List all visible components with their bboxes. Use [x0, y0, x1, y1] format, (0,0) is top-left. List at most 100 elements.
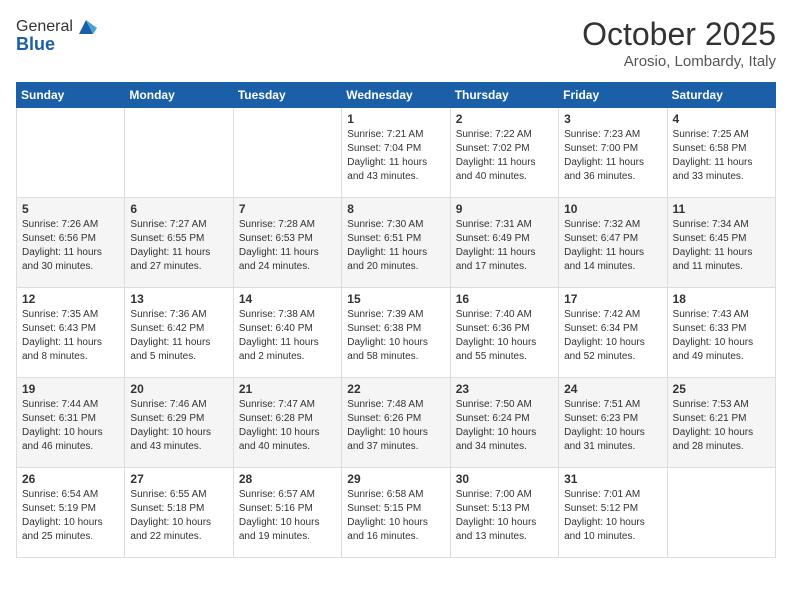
day-info: Sunrise: 7:31 AM Sunset: 6:49 PM Dayligh…: [456, 218, 553, 274]
calendar-day-header: Tuesday: [233, 83, 341, 108]
calendar-cell: 29 Sunrise: 6:58 AM Sunset: 5:15 PM Dayli…: [342, 468, 450, 558]
day-number: 31: [564, 472, 661, 486]
day-number: 14: [239, 292, 336, 306]
day-info: Sunrise: 7:51 AM Sunset: 6:23 PM Dayligh…: [564, 398, 661, 454]
day-info: Sunrise: 7:53 AM Sunset: 6:21 PM Dayligh…: [673, 398, 770, 454]
day-number: 15: [347, 292, 444, 306]
calendar-cell: 5 Sunrise: 7:26 AM Sunset: 6:56 PM Daylig…: [17, 198, 125, 288]
day-number: 7: [239, 202, 336, 216]
calendar-day-header: Wednesday: [342, 83, 450, 108]
day-info: Sunrise: 7:44 AM Sunset: 6:31 PM Dayligh…: [22, 398, 119, 454]
day-info: Sunrise: 7:32 AM Sunset: 6:47 PM Dayligh…: [564, 218, 661, 274]
day-info: Sunrise: 7:40 AM Sunset: 6:36 PM Dayligh…: [456, 308, 553, 364]
day-number: 12: [22, 292, 119, 306]
calendar-cell: 2 Sunrise: 7:22 AM Sunset: 7:02 PM Daylig…: [450, 108, 558, 198]
calendar-cell: [667, 468, 775, 558]
calendar-week-row: 5 Sunrise: 7:26 AM Sunset: 6:56 PM Daylig…: [17, 198, 776, 288]
calendar-header-row: SundayMondayTuesdayWednesdayThursdayFrid…: [17, 83, 776, 108]
day-info: Sunrise: 7:25 AM Sunset: 6:58 PM Dayligh…: [673, 128, 770, 184]
calendar-cell: 31 Sunrise: 7:01 AM Sunset: 5:12 PM Dayli…: [559, 468, 667, 558]
location: Arosio, Lombardy, Italy: [582, 53, 776, 70]
calendar-cell: 7 Sunrise: 7:28 AM Sunset: 6:53 PM Daylig…: [233, 198, 341, 288]
day-info: Sunrise: 7:38 AM Sunset: 6:40 PM Dayligh…: [239, 308, 336, 364]
calendar-cell: 11 Sunrise: 7:34 AM Sunset: 6:45 PM Dayli…: [667, 198, 775, 288]
day-number: 13: [130, 292, 227, 306]
calendar-cell: 18Sunrise: 7:43 AM Sunset: 6:33 PM Dayli…: [667, 288, 775, 378]
calendar-cell: 19 Sunrise: 7:44 AM Sunset: 6:31 PM Dayli…: [17, 378, 125, 468]
month-title: October 2025: [582, 16, 776, 53]
page-header: General Blue October 2025 Arosio, Lombar…: [16, 16, 776, 70]
calendar-cell: 15 Sunrise: 7:39 AM Sunset: 6:38 PM Dayli…: [342, 288, 450, 378]
day-number: 16: [456, 292, 553, 306]
calendar-cell: 9Sunrise: 7:31 AM Sunset: 6:49 PM Daylig…: [450, 198, 558, 288]
day-info: Sunrise: 7:39 AM Sunset: 6:38 PM Dayligh…: [347, 308, 444, 364]
calendar-cell: 24 Sunrise: 7:51 AM Sunset: 6:23 PM Dayli…: [559, 378, 667, 468]
day-info: Sunrise: 7:42 AM Sunset: 6:34 PM Dayligh…: [564, 308, 661, 364]
day-info: Sunrise: 7:28 AM Sunset: 6:53 PM Dayligh…: [239, 218, 336, 274]
day-number: 29: [347, 472, 444, 486]
day-number: 8: [347, 202, 444, 216]
calendar-cell: 22Sunrise: 7:48 AM Sunset: 6:26 PM Dayli…: [342, 378, 450, 468]
calendar-cell: 28 Sunrise: 6:57 AM Sunset: 5:16 PM Dayli…: [233, 468, 341, 558]
day-number: 6: [130, 202, 227, 216]
calendar-day-header: Monday: [125, 83, 233, 108]
day-info: Sunrise: 7:27 AM Sunset: 6:55 PM Dayligh…: [130, 218, 227, 274]
day-info: Sunrise: 6:57 AM Sunset: 5:16 PM Dayligh…: [239, 488, 336, 544]
day-number: 18: [673, 292, 770, 306]
day-number: 1: [347, 112, 444, 126]
day-number: 3: [564, 112, 661, 126]
calendar-cell: 3 Sunrise: 7:23 AM Sunset: 7:00 PM Daylig…: [559, 108, 667, 198]
day-number: 11: [673, 202, 770, 216]
calendar-cell: 16 Sunrise: 7:40 AM Sunset: 6:36 PM Dayli…: [450, 288, 558, 378]
day-number: 25: [673, 382, 770, 396]
calendar-cell: 8 Sunrise: 7:30 AM Sunset: 6:51 PM Daylig…: [342, 198, 450, 288]
title-block: October 2025 Arosio, Lombardy, Italy: [582, 16, 776, 70]
day-info: Sunrise: 6:55 AM Sunset: 5:18 PM Dayligh…: [130, 488, 227, 544]
day-number: 10: [564, 202, 661, 216]
day-number: 26: [22, 472, 119, 486]
calendar-day-header: Saturday: [667, 83, 775, 108]
calendar-day-header: Sunday: [17, 83, 125, 108]
day-info: Sunrise: 7:50 AM Sunset: 6:24 PM Dayligh…: [456, 398, 553, 454]
day-info: Sunrise: 7:36 AM Sunset: 6:42 PM Dayligh…: [130, 308, 227, 364]
logo-icon: [75, 16, 97, 38]
day-info: Sunrise: 7:46 AM Sunset: 6:29 PM Dayligh…: [130, 398, 227, 454]
day-info: Sunrise: 7:48 AM Sunset: 6:26 PM Dayligh…: [347, 398, 444, 454]
calendar-cell: [233, 108, 341, 198]
day-info: Sunrise: 7:35 AM Sunset: 6:43 PM Dayligh…: [22, 308, 119, 364]
calendar-body: 1Sunrise: 7:21 AM Sunset: 7:04 PM Daylig…: [17, 108, 776, 558]
calendar-cell: 14 Sunrise: 7:38 AM Sunset: 6:40 PM Dayli…: [233, 288, 341, 378]
day-info: Sunrise: 7:26 AM Sunset: 6:56 PM Dayligh…: [22, 218, 119, 274]
calendar-cell: 4 Sunrise: 7:25 AM Sunset: 6:58 PM Daylig…: [667, 108, 775, 198]
day-number: 2: [456, 112, 553, 126]
calendar-week-row: 12 Sunrise: 7:35 AM Sunset: 6:43 PM Dayli…: [17, 288, 776, 378]
day-info: Sunrise: 7:34 AM Sunset: 6:45 PM Dayligh…: [673, 218, 770, 274]
day-info: Sunrise: 6:58 AM Sunset: 5:15 PM Dayligh…: [347, 488, 444, 544]
day-number: 4: [673, 112, 770, 126]
calendar-cell: 12 Sunrise: 7:35 AM Sunset: 6:43 PM Dayli…: [17, 288, 125, 378]
calendar-cell: 25 Sunrise: 7:53 AM Sunset: 6:21 PM Dayli…: [667, 378, 775, 468]
calendar-cell: 21Sunrise: 7:47 AM Sunset: 6:28 PM Dayli…: [233, 378, 341, 468]
calendar-table: SundayMondayTuesdayWednesdayThursdayFrid…: [16, 82, 776, 558]
calendar-cell: 1Sunrise: 7:21 AM Sunset: 7:04 PM Daylig…: [342, 108, 450, 198]
day-number: 5: [22, 202, 119, 216]
day-info: Sunrise: 7:47 AM Sunset: 6:28 PM Dayligh…: [239, 398, 336, 454]
calendar-day-header: Friday: [559, 83, 667, 108]
day-number: 19: [22, 382, 119, 396]
day-number: 20: [130, 382, 227, 396]
day-info: Sunrise: 7:00 AM Sunset: 5:13 PM Dayligh…: [456, 488, 553, 544]
calendar-cell: [17, 108, 125, 198]
calendar-cell: 13 Sunrise: 7:36 AM Sunset: 6:42 PM Dayli…: [125, 288, 233, 378]
day-number: 24: [564, 382, 661, 396]
calendar-cell: 10 Sunrise: 7:32 AM Sunset: 6:47 PM Dayli…: [559, 198, 667, 288]
calendar-cell: 26Sunrise: 6:54 AM Sunset: 5:19 PM Dayli…: [17, 468, 125, 558]
calendar-cell: 20 Sunrise: 7:46 AM Sunset: 6:29 PM Dayli…: [125, 378, 233, 468]
day-info: Sunrise: 7:23 AM Sunset: 7:00 PM Dayligh…: [564, 128, 661, 184]
calendar-day-header: Thursday: [450, 83, 558, 108]
day-number: 28: [239, 472, 336, 486]
calendar-week-row: 26Sunrise: 6:54 AM Sunset: 5:19 PM Dayli…: [17, 468, 776, 558]
day-info: Sunrise: 7:22 AM Sunset: 7:02 PM Dayligh…: [456, 128, 553, 184]
day-info: Sunrise: 7:01 AM Sunset: 5:12 PM Dayligh…: [564, 488, 661, 544]
day-info: Sunrise: 7:30 AM Sunset: 6:51 PM Dayligh…: [347, 218, 444, 274]
calendar-cell: 30Sunrise: 7:00 AM Sunset: 5:13 PM Dayli…: [450, 468, 558, 558]
